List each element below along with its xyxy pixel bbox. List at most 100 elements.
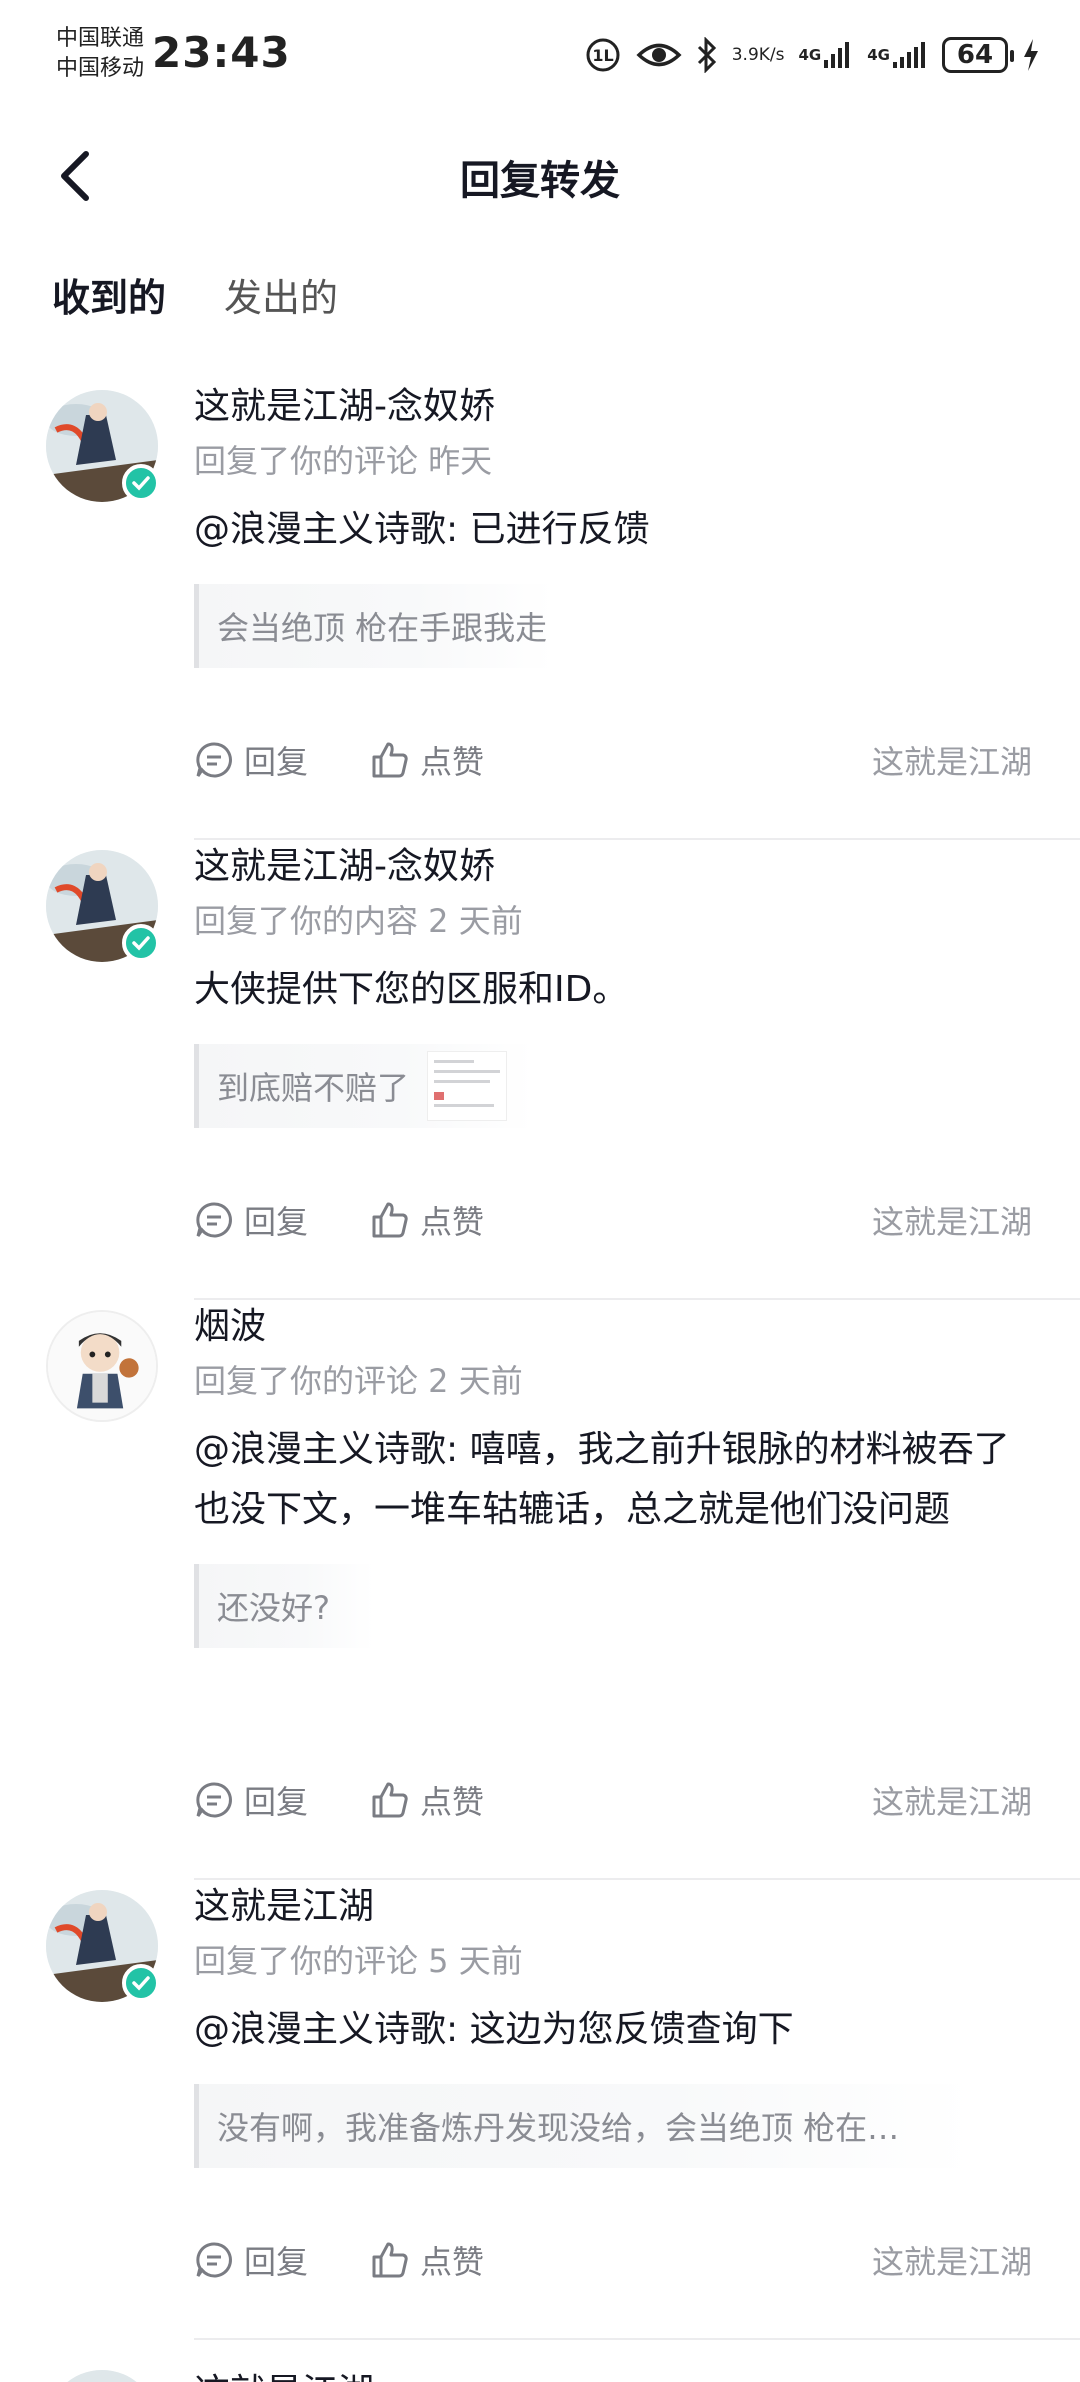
quoted-text: 到底赔不赔了 [217, 1069, 410, 1107]
like-button[interactable]: 点赞 [370, 2237, 484, 2283]
reply-meta: 回复了你的评论 5 天前 [194, 1942, 523, 1980]
source-link[interactable]: 这就是江湖 [872, 1777, 1032, 1823]
comment-icon [196, 1782, 232, 1818]
reply-text[interactable]: @浪漫主义诗歌: 嘻嘻，我之前升银脉的材料被吞了也没下文，一堆车轱辘话，总之就是… [194, 1420, 1080, 1540]
verified-badge-icon [122, 1964, 160, 2002]
item-footer: 回复 点赞 这就是江湖 [194, 2230, 1080, 2340]
reply-button[interactable]: 回复 [194, 2237, 308, 2283]
action-row: 回复 点赞 这就是江湖 [194, 1190, 1032, 1250]
action-row: 回复 点赞 这就是江湖 [194, 1770, 1032, 1830]
svg-text:1L: 1L [592, 46, 613, 65]
source-link[interactable]: 这就是江湖 [872, 1197, 1032, 1243]
reply-text[interactable]: @浪漫主义诗歌: 已进行反馈 [194, 500, 1080, 560]
list-item: 这就是江湖 回复了你的评论 5 天前 @浪漫主义诗歌: 这边为您反馈查询下 没有… [0, 1880, 1080, 2340]
thumbs-up-icon [372, 2242, 408, 2278]
speed-unit: K/s [758, 45, 785, 65]
thumbs-up-icon [372, 742, 408, 778]
reply-list: 这就是江湖-念奴娇 回复了你的评论 昨天 @浪漫主义诗歌: 已进行反馈 会当绝顶… [0, 380, 1080, 2382]
eye-icon [636, 38, 682, 72]
verified-badge-icon [122, 924, 160, 962]
item-footer: 回复 点赞 这就是江湖 [194, 730, 1080, 840]
like-button[interactable]: 点赞 [370, 1777, 484, 1823]
charging-icon [1022, 38, 1040, 72]
quoted-image-thumbnail [427, 1051, 508, 1121]
quoted-comment[interactable]: 到底赔不赔了 [194, 1044, 534, 1128]
reply-meta: 回复了你的内容 2 天前 [194, 902, 523, 940]
user-name[interactable]: 这就是江湖-念奴娇 [194, 840, 1080, 894]
verified-badge-icon [122, 464, 160, 502]
thumbs-up-icon [372, 1782, 408, 1818]
speed-value: 3.9 [731, 45, 759, 65]
tab-received[interactable]: 收到的 [52, 270, 166, 340]
list-item: 这就是江湖-念奴娇 回复了你的评论 昨天 @浪漫主义诗歌: 已进行反馈 会当绝顶… [0, 380, 1080, 840]
user-name[interactable]: 这就是江湖 [194, 1880, 1080, 1934]
like-label: 点赞 [420, 2243, 485, 2281]
like-button[interactable]: 点赞 [370, 1197, 484, 1243]
tab-sent[interactable]: 发出的 [224, 270, 338, 340]
list-item: 这就是江湖-念奴娇 回复了你的内容 2 天前 大侠提供下您的区服和ID。 到底赔… [0, 840, 1080, 1300]
status-time: 23:43 [152, 28, 291, 77]
quoted-text: 没有啊，我准备炼丹发现没给，会当绝顶 枪在… [217, 2109, 900, 2147]
item-content: 这就是江湖-念奴娇 回复了你的内容 2 天前 大侠提供下您的区服和ID。 到底赔… [194, 840, 1080, 1128]
nav-header: 回复转发 [0, 130, 1080, 220]
item-content: 烟波 回复了你的评论 2 天前 @浪漫主义诗歌: 嘻嘻，我之前升银脉的材料被吞了… [194, 1300, 1080, 1648]
battery-indicator: 64 [942, 37, 1014, 73]
item-content: 这就是江湖 回复了你的评论 5 天前 @浪漫主义诗歌: 这边为您反馈查询下 没有… [194, 1880, 1080, 2168]
quoted-comment[interactable]: 还没好? [194, 1564, 374, 1648]
like-label: 点赞 [420, 1783, 485, 1821]
battery-level: 64 [956, 40, 994, 70]
like-label: 点赞 [420, 1203, 485, 1241]
tab-received-label: 收到的 [52, 276, 167, 320]
user-name[interactable]: 烟波 [194, 1300, 1080, 1354]
active-tab-indicator [58, 326, 161, 336]
item-footer: 回复 点赞 这就是江湖 [194, 1190, 1080, 1300]
quoted-comment[interactable]: 会当绝顶 枪在手跟我走 [194, 584, 554, 668]
reply-text[interactable]: @浪漫主义诗歌: 这边为您反馈查询下 [194, 2000, 1080, 2060]
source-link[interactable]: 这就是江湖 [872, 2237, 1032, 2283]
action-row: 回复 点赞 这就是江湖 [194, 730, 1032, 790]
network-speed: 3.9 K/s [732, 46, 785, 64]
quoted-text: 会当绝顶 枪在手跟我走 [217, 609, 548, 647]
carrier-2: 中国移动 [56, 56, 145, 81]
page-title: 回复转发 [460, 158, 620, 204]
comment-icon [196, 1202, 232, 1238]
signal-2-icon: 4G [867, 40, 928, 70]
reply-button[interactable]: 回复 [194, 1197, 308, 1243]
carrier-1: 中国联通 [56, 26, 145, 51]
reply-meta: 回复了你的评论 昨天 [194, 442, 493, 480]
network-type-1: 4G [798, 46, 822, 64]
tab-sent-label: 发出的 [224, 276, 339, 320]
source-link[interactable]: 这就是江湖 [872, 737, 1032, 783]
quoted-text: 还没好? [217, 1589, 330, 1627]
list-item: 烟波 回复了你的评论 2 天前 @浪漫主义诗歌: 嘻嘻，我之前升银脉的材料被吞了… [0, 1300, 1080, 1880]
reply-label: 回复 [244, 1783, 309, 1821]
item-footer: 回复 点赞 这就是江湖 [194, 1770, 1080, 1880]
reply-text[interactable]: 大侠提供下您的区服和ID。 [194, 960, 1080, 1020]
comment-icon [196, 2242, 232, 2278]
reply-label: 回复 [244, 1203, 309, 1241]
reply-button[interactable]: 回复 [194, 1777, 308, 1823]
avatar[interactable] [46, 1310, 158, 1422]
tab-bar: 收到的 发出的 [52, 270, 338, 340]
like-button[interactable]: 点赞 [370, 737, 484, 783]
network-type-2: 4G [867, 46, 890, 64]
item-content: 这就是江湖-念奴娇 回复了你的评论 昨天 @浪漫主义诗歌: 已进行反馈 会当绝顶… [194, 380, 1080, 668]
user-name[interactable]: 这就是江湖-念奴娇 [194, 380, 1080, 434]
comment-icon [196, 742, 232, 778]
bluetooth-icon [696, 37, 718, 73]
status-icons: 1L 3.9 K/s 4G 4G 64 [584, 30, 1040, 80]
list-item-partial: 这就是江湖 [0, 2340, 1080, 2382]
hd-call-icon: 1L [584, 36, 622, 74]
thumbs-up-icon [372, 1202, 408, 1238]
quoted-comment[interactable]: 没有啊，我准备炼丹发现没给，会当绝顶 枪在… [194, 2084, 974, 2168]
reply-button[interactable]: 回复 [194, 737, 308, 783]
reply-label: 回复 [244, 2243, 309, 2281]
action-row: 回复 点赞 这就是江湖 [194, 2230, 1032, 2290]
user-name[interactable]: 这就是江湖 [194, 2366, 1080, 2382]
status-bar: 中国联通 中国移动 23:43 1L 3.9 K/s 4G 4G 64 [0, 0, 1080, 110]
reply-label: 回复 [244, 743, 309, 781]
carrier-labels: 中国联通 中国移动 [56, 24, 144, 84]
reply-meta: 回复了你的评论 2 天前 [194, 1362, 523, 1400]
item-content: 这就是江湖 [194, 2366, 1080, 2382]
avatar[interactable] [46, 2370, 158, 2382]
